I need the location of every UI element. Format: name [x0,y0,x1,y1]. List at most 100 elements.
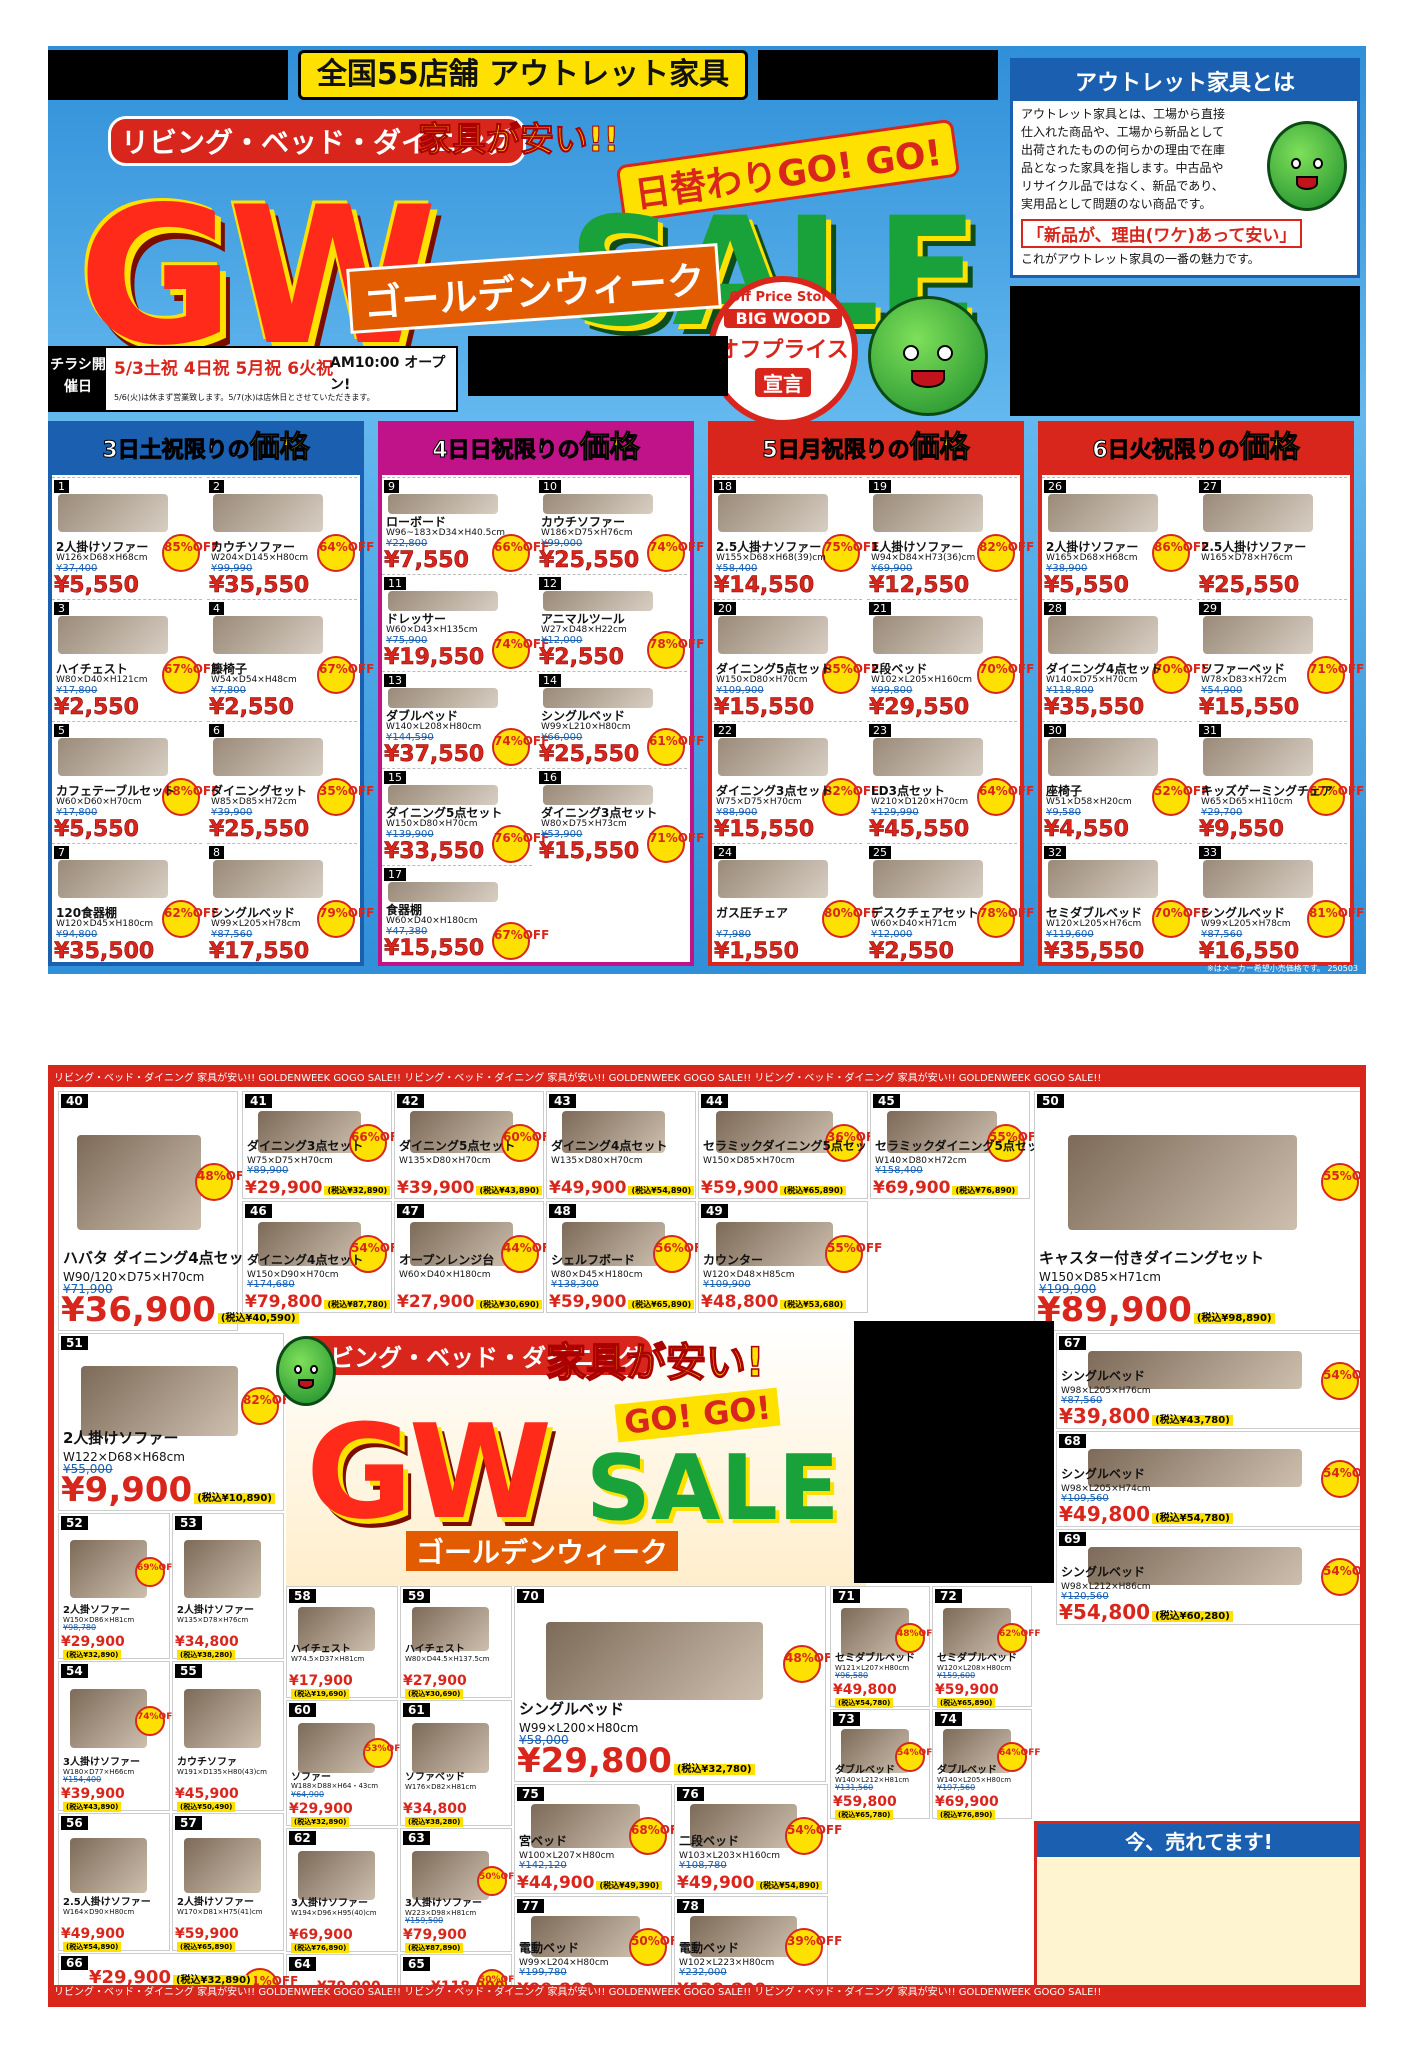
discount-badge: 54%OFF [785,1817,842,1856]
discount-badge: 67%OFF [317,656,374,694]
product-item[interactable]: 40 48%OFF ハバタ ダイニング4点セット W90/120×D75×H70cm ¥… [58,1091,299,1331]
product-size: W60×D40×H71cm [871,919,957,929]
product-item[interactable]: 6754%OFFシングルベッドW98×L205×H76cm¥87,560¥39,… [1056,1333,1360,1429]
product-size: W94×D84×H73(36)cm [871,553,976,563]
product-item[interactable]: 56 2.5人掛けソファー W164×D90×H80cm ¥49,900 (税込¥54,… [58,1813,170,1952]
product-name: 3人掛けソファー [63,1757,140,1768]
product-item[interactable]: 1 85%OFF 2人掛けソファー W126×D68×H68cm ¥37,400 ¥5,5… [52,477,219,599]
price-word: 価格 [579,430,640,466]
product-item[interactable]: 43 ダイニング4点セット W135×D80×H70cm ¥49,900 (税込¥54,… [546,1091,696,1199]
product-item[interactable]: 15 76%OFF ダイニング5点セット W150×D80×H70cm ¥139,900… [382,768,549,865]
product-item[interactable]: 45 55%OFF セラミックダイニング5点セット W140×D80×H72cm ¥15… [870,1091,1051,1199]
product-item[interactable]: 72 62%OFF セミダブルベッド W120×L208×H80cm ¥159,600 ¥… [932,1586,1041,1708]
product-item[interactable]: 16 71%OFF ダイニング3点セット W80×D75×H73cm ¥53,900 ¥1… [537,768,704,865]
product-item[interactable]: 9 66%OFF ローボード W96~183×D34×H40.5cm ¥22,800 ¥7… [382,477,549,574]
product-item[interactable]: 52 69%OFF 2人掛ソファー W150×D86×H81cm ¥98,780 ¥29,… [58,1513,179,1660]
sale-price: ¥33,550 [384,839,485,865]
product-item[interactable]: 71 48%OFF セミダブルベッド W121×L207×H80cm ¥96,580 ¥4… [830,1586,939,1708]
product-number: 56 [61,1816,88,1830]
product-item[interactable]: 75 68%OFF 宮ベッド W100×L207×H80cm ¥142,120 ¥44,9… [514,1784,686,1894]
sale-price: ¥16,550 [1199,939,1300,965]
product-size: W78×D83×H72cm [1201,675,1287,685]
product-item[interactable]: 18 75%OFF 2.5人掛ナソファー W155×D68×H68(39)cm ¥58,… [712,477,879,599]
product-item[interactable]: 58 ハイチェスト W74.5×D37×H81cm ¥17,900 (税込¥19,690… [286,1586,398,1699]
product-item[interactable]: 49 55%OFF カウンター W120×D48×H85cm ¥109,900 ¥48,8… [698,1201,882,1313]
product-item[interactable]: 32 70%OFF セミダブルベッド W120×L205×H76cm ¥119,600 ¥… [1042,843,1209,965]
product-item[interactable]: 33 81%OFF シングルベッド W99×L205×H78cm ¥87,560 ¥16,… [1197,843,1364,965]
product-item[interactable]: 31 67%OFF キッズゲーミングチェア W65×D65×H110cm ¥29,700… [1197,721,1364,843]
product-item[interactable]: 74 64%OFF ダブルベッド W140×L205×H80cm ¥197,560 ¥69… [932,1709,1041,1820]
product-image [412,1723,489,1773]
sale-price-value: ¥29,800 [517,1741,672,1781]
product-item[interactable]: 59 ハイチェスト W80×D44.5×H137.5cm ¥27,900 (税込¥30,… [400,1586,512,1699]
product-item[interactable]: 54 74%OFF 3人掛けソファー W180×D77×H66cm ¥154,400 ¥3… [58,1661,179,1812]
product-item[interactable]: 2 64%OFF カウチソファー W204×D145×H80cm ¥99,990 ¥35,… [207,477,374,599]
product-item[interactable]: 44 36%OFF セラミックダイニング5点セット W150×D85×H70cm ¥59… [698,1091,882,1199]
product-item[interactable]: 57 2人掛けソファー W170×D81×H75(41)cm ¥59,900 (税込¥6… [172,1813,284,1952]
product-number: 49 [701,1204,728,1218]
sale-price-value: ¥29,900 [61,1634,125,1650]
product-item[interactable]: 47 44%OFF オープンレンジ台 W60×D40×H180cm ¥27,900 (税込… [394,1201,558,1313]
product-item[interactable]: 24 80%OFF ガス圧チェア ¥7,980 ¥1,550 [712,843,879,965]
product-item[interactable]: 13 74%OFF ダブルベッド W140×L208×H80cm ¥144,590 ¥37… [382,671,549,768]
product-item[interactable]: 27 2.5人掛けソファー W165×D78×H76cm ¥25,550 [1197,477,1347,599]
product-item[interactable]: 5 68%OFF カフェテーブルセット W60×D60×H70cm ¥17,800 ¥5,… [52,721,219,843]
product-item[interactable]: 10 74%OFF カウチソファー W186×D75×H76cm ¥99,000 ¥25,… [537,477,704,574]
product-item[interactable]: 14 61%OFF シングルベッド W99×L210×H80cm ¥66,000 ¥25,… [537,671,704,768]
product-item[interactable]: 23 64%OFF LD3点セット W210×D120×H70cm ¥129,990 ¥4… [867,721,1034,843]
sale-price: ¥5,550 [54,817,139,843]
product-item[interactable]: 6 35%OFF ダイニングセット W85×D85×H72cm ¥39,900 ¥25,5… [207,721,374,843]
product-number: 20 [714,602,736,615]
about-text: アウトレット家具とは、工場から直接仕入れた商品や、工場から新品として出荷されたも… [1021,107,1226,211]
mascot-icon [1267,121,1347,211]
original-price: ¥89,900 [247,1165,289,1176]
product-item[interactable]: 21 70%OFF 2段ベッド W102×L205×H160cm ¥99,800 ¥29,… [867,599,1034,721]
product-item[interactable]: 76 54%OFF 二段ベッド W103×L203×H160cm ¥108,780 ¥49… [674,1784,842,1894]
product-name: ガス圧チェア [716,906,789,920]
product-item[interactable]: 61 ソファベッド W176×D82×H81cm ¥34,800 (税込¥38,280) [400,1700,512,1827]
product-item[interactable]: 25 78%OFF デスクチェアセット W60×D40×H71cm ¥12,000 ¥2,… [867,843,1034,965]
product-item[interactable]: 70 48%OFF シングルベッド W99×L200×H80cm ¥58,000 ¥29,… [514,1586,840,1782]
discount-badge: 39%OFF [785,1927,842,1966]
sale-price: ¥48,800 (税込¥53,680) [701,1292,847,1312]
product-item[interactable]: 22 82%OFF ダイニング3点セット W75×D75×H70cm ¥88,900 ¥1… [712,721,879,843]
product-item[interactable]: 5055%OFFキャスター付きダイニングセットW150×D85×H71cm¥19… [1034,1091,1360,1331]
product-item[interactable]: 42 60%OFF ダイニング5点セット W135×D80×H70cm ¥39,900(… [394,1091,558,1199]
product-item[interactable]: 48 56%OFF シェルフボード W80×D45×H180cm ¥138,300 ¥59… [546,1201,710,1313]
product-item[interactable]: 55 カウチソファ W191×D135×H80(43)cm ¥45,900 (税込¥50… [172,1661,284,1812]
product-item[interactable]: 29 71%OFF ソファーベッド W78×D83×H72cm ¥54,900 ¥15,5… [1197,599,1364,721]
product-size: W60×D43×H135cm [386,625,478,635]
product-item[interactable]: 73 54%OFF ダブルベッド W140×L212×H81cm ¥131,560 ¥59… [830,1709,939,1820]
product-item[interactable]: 28 70%OFF ダイニング4点セット W140×D75×H70cm ¥118,800… [1042,599,1209,721]
product-item[interactable]: 51 82%OFF 2人掛けソファー W122×D68×H68cm ¥55,000 ¥9,… [58,1333,298,1511]
product-item[interactable]: 7 62%OFF 120食器棚 W120×D45×H180cm ¥94,800 ¥35,5… [52,843,219,965]
product-item[interactable]: 4 67%OFF 籐椅子 W54×D54×H48cm ¥7,800 ¥2,550 [207,599,374,721]
product-item[interactable]: 3 67%OFF ハイチェスト W80×D40×H121cm ¥17,800 ¥2,550 [52,599,219,721]
product-item[interactable]: 46 54%OFF ダイニング4点セット W150×D90×H70cm ¥174,680… [242,1201,406,1313]
product-item[interactable]: 17 67%OFF 食器棚 W60×D40×H180cm ¥47,380 ¥15,550 [382,865,549,962]
product-item[interactable]: 63 50%OFF 3人掛けソファー W223×D98×H81cm ¥159,500 ¥7… [400,1828,521,1953]
product-item[interactable]: 6954%OFFシングルベッドW98×L212×H86cm¥120,560¥54… [1056,1529,1360,1625]
product-name: シングルベッド [519,1700,625,1718]
product-item[interactable]: 8 79%OFF シングルベッド W99×L205×H78cm ¥87,560 ¥17,5… [207,843,374,965]
sale-price: ¥49,900 (税込¥54,890) [61,1926,125,1952]
product-item[interactable]: 53 2人掛けソファー W135×D78×H76cm ¥34,800 (税込¥38,28… [172,1513,284,1660]
product-item[interactable]: 62 3人掛けソファー W194×D96×H95(40)cm ¥69,900 (税込¥7… [286,1828,398,1953]
redaction-block [468,336,728,396]
product-image [76,1134,202,1231]
product-item[interactable]: 41 66%OFF ダイニング3点セット W75×D75×H70cm ¥89,900 ¥2… [242,1091,406,1199]
seal-top: Off Price Store [729,290,837,305]
product-item[interactable]: 12 78%OFF アニマルツール W27×D48×H22cm ¥12,000 ¥2,55… [537,574,704,671]
product-number: 50 [1037,1094,1064,1108]
product-item[interactable]: 30 52%OFF 座椅子 W51×D58×H20cm ¥9,580 ¥4,550 [1042,721,1209,843]
product-number: 55 [175,1664,202,1678]
product-item[interactable]: 60 53%OFF ソファー W188×D88×H64・43cm ¥64,900 ¥29,… [286,1700,407,1827]
product-item[interactable]: 20 85%OFF ダイニング5点セット W150×D80×H70cm ¥109,900… [712,599,879,721]
product-name: ハバタ ダイニング4点セット [63,1249,259,1267]
product-item[interactable]: 19 82%OFF 1人掛けソファー W94×D84×H73(36)cm ¥69,900… [867,477,1034,599]
product-item[interactable]: 11 74%OFF ドレッサー W60×D43×H135cm ¥75,900 ¥19,55… [382,574,549,671]
sale-price: ¥25,550 [539,548,640,574]
product-number: 65 [403,1957,430,1971]
product-item[interactable]: 6854%OFFシングルベッドW98×L205×H74cm¥109,560¥49… [1056,1431,1360,1527]
product-item[interactable]: 26 86%OFF 2人掛けソファー W165×D68×H68cm ¥38,900 ¥5,… [1042,477,1209,599]
